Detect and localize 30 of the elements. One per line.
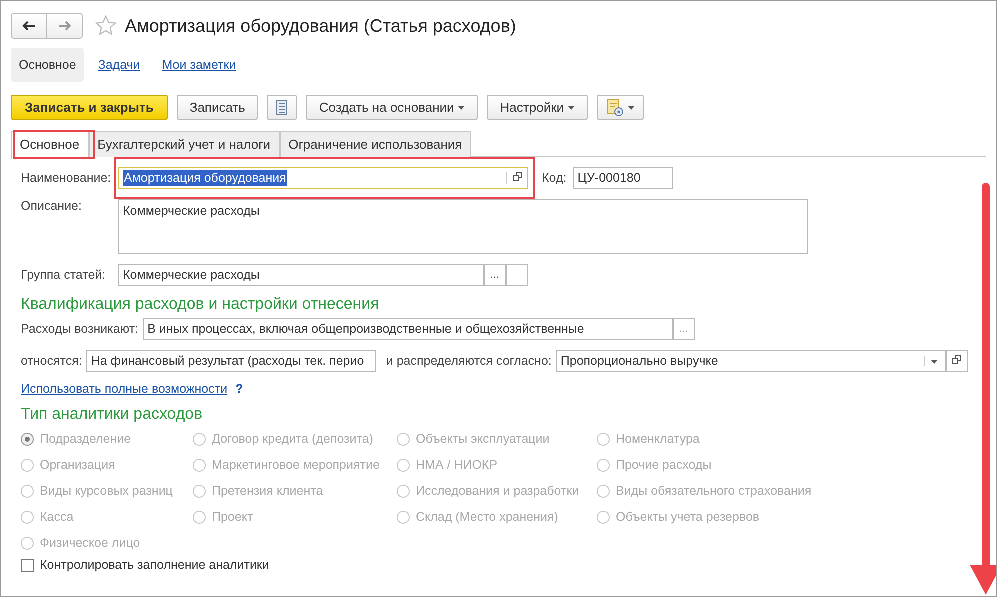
code-field[interactable]: ЦУ-000180 — [572, 167, 673, 189]
save-button[interactable]: Записать — [176, 95, 258, 120]
window-title: Амортизация оборудования (Статья расходов) — [125, 16, 516, 36]
section-heading: Квалификация расходов и настройки отнесения — [21, 296, 380, 314]
field-label: Наименование: — [21, 171, 112, 185]
dropdown-button[interactable]: Создать на основании — [306, 95, 478, 120]
relate-field[interactable]: На финансовый результат (расходы тек. перио — [86, 350, 376, 372]
group-field[interactable]: Коммерческие расходы — [118, 264, 484, 286]
field-label: Группа статей: — [21, 268, 107, 282]
help-link[interactable]: ? — [236, 382, 244, 396]
description-field[interactable]: Коммерческие расходы — [118, 199, 808, 254]
form-tab[interactable]: Бухгалтерский учет и налоги — [88, 131, 280, 157]
arise-field[interactable]: В иных процессах, включая общепроизводственные и общехозяйственные — [142, 318, 673, 340]
dropdown-button[interactable]: Настройки — [487, 95, 588, 120]
form-tab[interactable]: Ограничение использования — [280, 131, 472, 157]
field-label: и распределяются согласно: — [386, 354, 552, 368]
field-label: Код: — [542, 171, 567, 185]
name-field[interactable]: Амортизация оборудования — [118, 167, 528, 189]
field-label: Расходы возникают: — [21, 322, 139, 336]
save-and-close-button[interactable]: Записать и закрыть — [11, 95, 168, 120]
section-tab[interactable]: Задачи — [90, 48, 148, 82]
section-tab[interactable]: Мои заметки — [154, 48, 244, 82]
choose-button[interactable]: ... — [484, 264, 506, 286]
field-label: относятся: — [21, 354, 82, 368]
field-label: Описание: — [21, 199, 83, 213]
section-tab[interactable]: Основное — [11, 48, 84, 82]
distribute-field[interactable]: Пропорционально выручке — [556, 350, 946, 372]
checkbox-label[interactable]: Контролировать заполнение аналитики — [40, 558, 270, 572]
full-features-link[interactable]: Использовать полные возможности — [21, 382, 228, 396]
section-heading: Тип аналитики расходов — [21, 406, 204, 424]
